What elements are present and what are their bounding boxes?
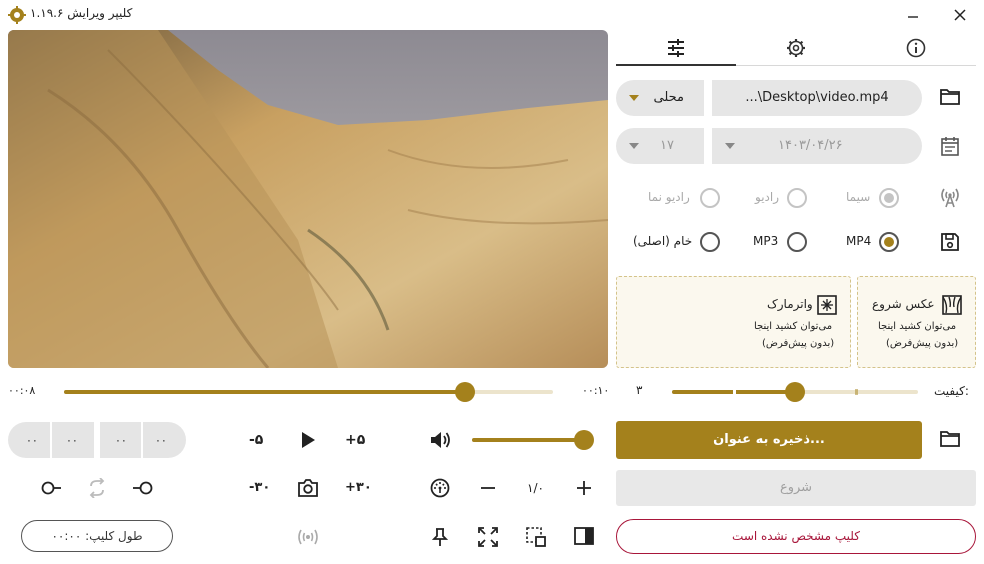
clip-status-button[interactable]: کلیپ مشخص نشده است [616, 519, 976, 554]
radio-sima[interactable] [879, 188, 899, 208]
sidebar-toggle-icon[interactable] [574, 527, 594, 545]
chevron-down-icon [629, 143, 639, 149]
radio-label-sima: سیما [846, 190, 871, 204]
radio-radionama[interactable] [700, 188, 720, 208]
date-field[interactable]: ۱۴۰۳/۰۴/۲۶ [712, 128, 922, 164]
camera-icon[interactable] [297, 478, 319, 498]
fullscreen-icon[interactable] [478, 527, 498, 547]
time-segment-3[interactable]: ۰۰ [115, 434, 127, 447]
pin-icon[interactable] [432, 527, 448, 547]
date-value: ۱۴۰۳/۰۴/۲۶ [778, 138, 843, 153]
time-segment-group [100, 422, 186, 458]
start-image-default: (بدون پیش‌فرض) [886, 338, 959, 349]
save-icon [941, 233, 959, 251]
location-label: محلی [653, 90, 685, 105]
timeline-progress [64, 390, 465, 394]
quality-value: ۳ [636, 383, 643, 397]
window-title: کلیپر ویرایش ۱.۱۹.۶ [30, 6, 133, 20]
hour-dropdown[interactable]: ۱۷ [616, 128, 704, 164]
minus-icon[interactable] [480, 481, 496, 495]
tab-active-indicator [616, 64, 736, 66]
timeline-start-time: ۰۰:۰۸ [8, 384, 36, 397]
sliders-icon[interactable] [666, 38, 686, 58]
start-image-title: عکس شروع [872, 297, 935, 311]
watermark-default: (بدون پیش‌فرض) [762, 338, 835, 349]
segment-divider [50, 422, 52, 458]
radio-label-mp3: MP3 [753, 234, 779, 248]
quality-label: کیفیت: [934, 384, 969, 398]
seek-back-30-button[interactable]: -۳۰ [249, 480, 270, 495]
start-image-dropzone[interactable]: عکس شروع می‌توان کشید اینجا (بدون پیش‌فر… [857, 276, 976, 368]
start-button[interactable]: شروع [616, 470, 976, 506]
gear-logo-icon [8, 6, 26, 24]
save-as-button[interactable]: ذخیره به عنوان... [616, 421, 922, 459]
chevron-down-icon [629, 95, 639, 101]
quality-handle[interactable] [785, 382, 805, 402]
folder-icon[interactable] [940, 88, 960, 106]
plus-icon[interactable] [576, 480, 592, 496]
info-icon[interactable] [906, 38, 926, 58]
radio-radio[interactable] [787, 188, 807, 208]
radio-label-radio: رادیو [755, 190, 780, 204]
volume-handle[interactable] [574, 430, 594, 450]
radio-mp3[interactable] [787, 232, 807, 252]
volume-icon[interactable] [430, 430, 452, 450]
radio-raw[interactable] [700, 232, 720, 252]
crop-select-icon[interactable] [526, 527, 546, 547]
clip-length-button[interactable]: طول کلیپ: ۰۰:۰۰ [21, 520, 173, 552]
speed-dial-icon[interactable] [430, 478, 450, 498]
time-segment-1[interactable]: ۰۰ [26, 434, 38, 447]
radio-label-radionama: رادیو نما [648, 190, 690, 204]
play-icon[interactable] [300, 431, 316, 449]
seek-forward-30-button[interactable]: +۳۰ [345, 480, 372, 495]
timeline-end-time: ۰۰:۱۰ [582, 384, 610, 397]
close-icon[interactable] [953, 8, 967, 22]
start-image-hint: می‌توان کشید اینجا [878, 321, 957, 332]
broadcast-icon[interactable] [296, 528, 320, 546]
antenna-icon [941, 188, 959, 208]
theater-icon [942, 295, 962, 315]
location-dropdown[interactable]: محلی [616, 80, 704, 116]
source-path: ...\Desktop\video.mp4 [745, 90, 889, 105]
calendar-icon[interactable] [941, 136, 959, 156]
minimize-icon[interactable] [906, 10, 920, 24]
radio-mp4[interactable] [879, 232, 899, 252]
time-segment-4[interactable]: ۰۰ [155, 434, 167, 447]
source-path-field[interactable]: ...\Desktop\video.mp4 [712, 80, 922, 116]
hour-value: ۱۷ [660, 138, 674, 153]
seek-forward-5-button[interactable]: +۵ [345, 432, 365, 448]
gear-icon[interactable] [786, 38, 806, 58]
watermark-icon [817, 295, 837, 315]
time-segment-2[interactable]: ۰۰ [66, 434, 78, 447]
quality-tick [733, 389, 736, 395]
loop-icon[interactable] [88, 478, 106, 498]
chevron-down-icon [725, 143, 735, 149]
set-end-marker-icon[interactable] [40, 480, 62, 496]
segment-divider [141, 422, 143, 458]
radio-label-mp4: MP4 [846, 234, 872, 248]
watermark-title: واترمارک [767, 297, 813, 311]
video-frame [8, 30, 608, 368]
speed-value: ۱/۰ [527, 481, 544, 495]
watermark-hint: می‌توان کشید اینجا [754, 321, 833, 332]
video-preview[interactable] [8, 30, 608, 368]
volume-fill [472, 438, 584, 442]
watermark-dropzone[interactable]: واترمارک می‌توان کشید اینجا (بدون پیش‌فر… [616, 276, 851, 368]
seek-back-5-button[interactable]: -۵ [249, 432, 263, 448]
radio-label-raw: خام (اصلی) [633, 234, 693, 248]
set-start-marker-icon[interactable] [132, 480, 154, 496]
quality-tick [855, 389, 858, 395]
timeline-handle[interactable] [455, 382, 475, 402]
folder-icon[interactable] [940, 430, 960, 448]
